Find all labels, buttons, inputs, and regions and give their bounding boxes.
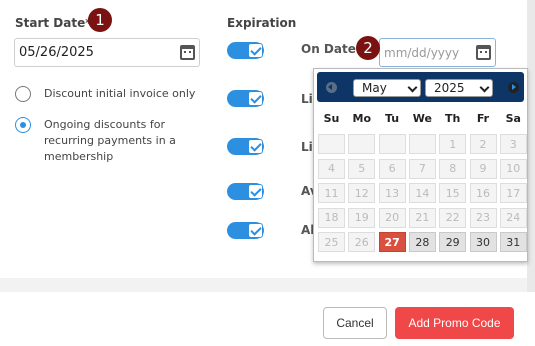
divider [0, 278, 527, 292]
day-cell: 14 [408, 183, 436, 203]
day-cell: 26 [348, 232, 376, 252]
day-cell: 6 [378, 158, 406, 179]
day-cell: 24 [499, 207, 527, 228]
check-icon [248, 223, 263, 238]
day-cell: 5 [348, 158, 376, 179]
add-promo-code-button[interactable]: Add Promo Code [395, 307, 514, 339]
check-icon [248, 139, 263, 154]
on-date-placeholder: mm/dd/yyyy [384, 45, 460, 60]
radio-ongoing-discounts-label: Ongoing discounts for recurring payments… [44, 118, 176, 163]
next-month-icon[interactable] [508, 82, 519, 93]
day-cell: 20 [378, 207, 406, 228]
start-date-value: 05/26/2025 [19, 45, 94, 60]
calendar-icon[interactable] [476, 45, 491, 60]
toggle-on-date[interactable] [227, 42, 264, 59]
step-badge-2: 2 [356, 36, 380, 60]
day-cell: 15 [439, 183, 467, 203]
day-cell: 25 [318, 232, 345, 252]
day-cell: 18 [318, 207, 345, 228]
start-date-label: Start Date* [15, 16, 92, 30]
toggle-limit-2[interactable] [227, 138, 264, 155]
day-cell[interactable]: 28 [408, 232, 436, 252]
month-select[interactable]: May [353, 79, 421, 97]
toggle-availability[interactable] [227, 183, 264, 200]
day-cell: 19 [348, 207, 376, 228]
weekday-label: Fr [476, 112, 490, 125]
day-cell [408, 134, 436, 154]
day-cell[interactable]: 31 [499, 232, 527, 252]
start-date-input[interactable]: 05/26/2025 [14, 38, 200, 67]
check-icon [248, 184, 263, 199]
cancel-button[interactable]: Cancel [323, 307, 387, 339]
on-date-input[interactable]: mm/dd/yyyy [379, 38, 496, 67]
day-cell [348, 134, 376, 154]
datepicker: May 2025 Su Mo Tu We Th Fr Sa 1 2 3 4 5 6 7 8 9 10 11 12 1… [313, 68, 528, 262]
day-cell: 1 [439, 134, 467, 154]
step-badge-1: 1 [88, 8, 112, 32]
year-select[interactable]: 2025 [425, 79, 493, 97]
chevron-down-icon [407, 82, 418, 93]
day-cell: 13 [378, 183, 406, 203]
day-cell: 17 [499, 183, 527, 203]
day-cell: 10 [499, 158, 527, 179]
day-cell: 21 [408, 207, 436, 228]
scrollbar[interactable] [527, 0, 535, 292]
month-value: May [362, 81, 387, 95]
check-icon [248, 91, 263, 106]
datepicker-header: May 2025 [317, 72, 524, 102]
day-cell: 9 [469, 158, 497, 179]
radio-initial-invoice[interactable] [15, 86, 31, 102]
day-cell: 8 [439, 158, 467, 179]
day-cell: 4 [318, 158, 345, 179]
prev-month-icon[interactable] [326, 82, 337, 93]
weekday-label: Th [445, 112, 461, 125]
day-cell: 23 [469, 207, 497, 228]
calendar-icon[interactable] [180, 45, 195, 60]
radio-ongoing-discounts[interactable] [15, 117, 31, 133]
chevron-down-icon [479, 82, 490, 93]
weekday-label: Su [323, 112, 340, 125]
day-cell: 16 [469, 183, 497, 203]
day-cell: 7 [408, 158, 436, 179]
weekday-label: Sa [505, 112, 521, 125]
day-cell-today[interactable]: 27 [378, 232, 406, 252]
day-cell[interactable]: 30 [469, 232, 497, 252]
weekday-label: Mo [352, 112, 372, 125]
day-cell [378, 134, 406, 154]
day-cell[interactable]: 29 [439, 232, 467, 252]
weekday-label: We [412, 112, 432, 125]
year-value: 2025 [434, 81, 465, 95]
day-cell [318, 134, 345, 154]
day-cell: 2 [469, 134, 497, 154]
weekday-label: Tu [385, 112, 400, 125]
on-date-label: On Date [301, 42, 356, 56]
toggle-all[interactable] [227, 222, 264, 239]
expiration-label: Expiration [227, 16, 297, 30]
day-cell: 12 [348, 183, 376, 203]
day-cell: 11 [318, 183, 345, 203]
radio-initial-invoice-label: Discount initial invoice only [44, 87, 196, 100]
day-cell: 3 [499, 134, 527, 154]
check-icon [248, 43, 263, 58]
day-cell: 22 [439, 207, 467, 228]
toggle-limit-1[interactable] [227, 90, 264, 107]
